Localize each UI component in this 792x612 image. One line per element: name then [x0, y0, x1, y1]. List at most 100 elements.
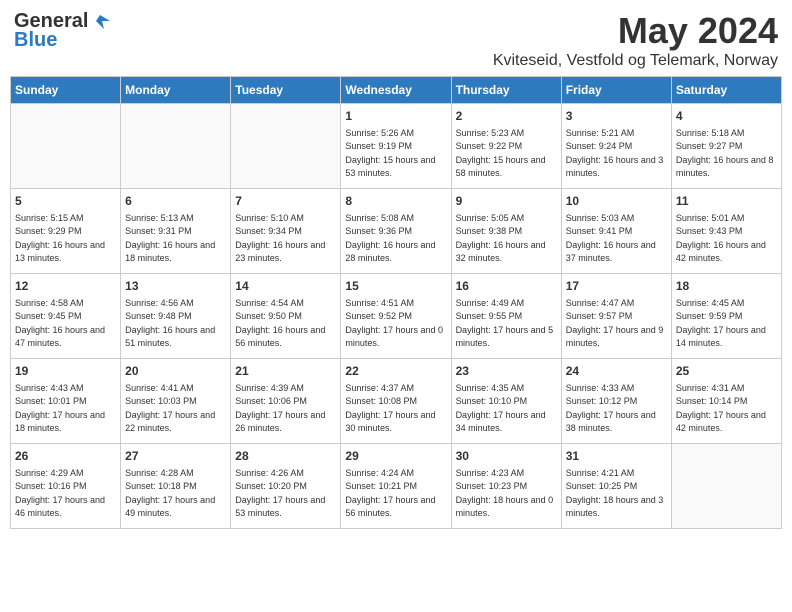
- day-number: 13: [125, 278, 226, 295]
- day-info: Sunrise: 4:21 AM Sunset: 10:25 PM Daylig…: [566, 467, 667, 521]
- day-number: 8: [345, 193, 446, 210]
- calendar-week-row: 26 Sunrise: 4:29 AM Sunset: 10:16 PM Dayl…: [11, 444, 782, 529]
- day-info: Sunrise: 4:56 AM Sunset: 9:48 PM Dayligh…: [125, 297, 226, 351]
- month-year-title: May 2024: [493, 10, 778, 52]
- calendar-cell: 20 Sunrise: 4:41 AM Sunset: 10:03 PM Dayl…: [121, 359, 231, 444]
- day-info: Sunrise: 4:45 AM Sunset: 9:59 PM Dayligh…: [676, 297, 777, 351]
- day-info: Sunrise: 4:47 AM Sunset: 9:57 PM Dayligh…: [566, 297, 667, 351]
- day-number: 29: [345, 448, 446, 465]
- calendar-cell: [231, 104, 341, 189]
- calendar-week-row: 5Sunrise: 5:15 AM Sunset: 9:29 PM Daylig…: [11, 189, 782, 274]
- day-number: 1: [345, 108, 446, 125]
- calendar-table: SundayMondayTuesdayWednesdayThursdayFrid…: [10, 76, 782, 529]
- day-info: Sunrise: 5:26 AM Sunset: 9:19 PM Dayligh…: [345, 127, 446, 181]
- day-info: Sunrise: 4:39 AM Sunset: 10:06 PM Daylig…: [235, 382, 336, 436]
- calendar-cell: 9 Sunrise: 5:05 AM Sunset: 9:38 PM Daylig…: [451, 189, 561, 274]
- day-number: 20: [125, 363, 226, 380]
- calendar-header-row: SundayMondayTuesdayWednesdayThursdayFrid…: [11, 77, 782, 104]
- calendar-cell: 19 Sunrise: 4:43 AM Sunset: 10:01 PM Dayl…: [11, 359, 121, 444]
- day-number: 10: [566, 193, 667, 210]
- calendar-cell: 21 Sunrise: 4:39 AM Sunset: 10:06 PM Dayl…: [231, 359, 341, 444]
- day-info: Sunrise: 4:28 AM Sunset: 10:18 PM Daylig…: [125, 467, 226, 521]
- day-number: 25: [676, 363, 777, 380]
- calendar-cell: 23Sunrise: 4:35 AM Sunset: 10:10 PM Dayl…: [451, 359, 561, 444]
- page-header: General Blue May 2024 Kviteseid, Vestfol…: [10, 10, 782, 70]
- calendar-cell: 14Sunrise: 4:54 AM Sunset: 9:50 PM Dayli…: [231, 274, 341, 359]
- weekday-header-monday: Monday: [121, 77, 231, 104]
- day-info: Sunrise: 4:49 AM Sunset: 9:55 PM Dayligh…: [456, 297, 557, 351]
- calendar-cell: 15 Sunrise: 4:51 AM Sunset: 9:52 PM Dayli…: [341, 274, 451, 359]
- day-info: Sunrise: 5:03 AM Sunset: 9:41 PM Dayligh…: [566, 212, 667, 266]
- calendar-week-row: 12 Sunrise: 4:58 AM Sunset: 9:45 PM Dayli…: [11, 274, 782, 359]
- calendar-cell: 2Sunrise: 5:23 AM Sunset: 9:22 PM Daylig…: [451, 104, 561, 189]
- calendar-week-row: 19 Sunrise: 4:43 AM Sunset: 10:01 PM Dayl…: [11, 359, 782, 444]
- title-section: May 2024 Kviteseid, Vestfold og Telemark…: [493, 10, 778, 70]
- calendar-cell: 5Sunrise: 5:15 AM Sunset: 9:29 PM Daylig…: [11, 189, 121, 274]
- day-number: 16: [456, 278, 557, 295]
- weekday-header-wednesday: Wednesday: [341, 77, 451, 104]
- location-subtitle: Kviteseid, Vestfold og Telemark, Norway: [493, 52, 778, 70]
- calendar-cell: 10 Sunrise: 5:03 AM Sunset: 9:41 PM Dayli…: [561, 189, 671, 274]
- day-info: Sunrise: 4:29 AM Sunset: 10:16 PM Daylig…: [15, 467, 116, 521]
- day-number: 9: [456, 193, 557, 210]
- day-number: 3: [566, 108, 667, 125]
- calendar-cell: 29 Sunrise: 4:24 AM Sunset: 10:21 PM Dayl…: [341, 444, 451, 529]
- calendar-cell: 28 Sunrise: 4:26 AM Sunset: 10:20 PM Dayl…: [231, 444, 341, 529]
- weekday-header-tuesday: Tuesday: [231, 77, 341, 104]
- weekday-header-friday: Friday: [561, 77, 671, 104]
- day-number: 2: [456, 108, 557, 125]
- calendar-cell: [121, 104, 231, 189]
- logo: General Blue: [14, 10, 112, 52]
- day-number: 7: [235, 193, 336, 210]
- day-info: Sunrise: 5:05 AM Sunset: 9:38 PM Dayligh…: [456, 212, 557, 266]
- calendar-cell: 13 Sunrise: 4:56 AM Sunset: 9:48 PM Dayli…: [121, 274, 231, 359]
- day-number: 19: [15, 363, 116, 380]
- day-info: Sunrise: 4:51 AM Sunset: 9:52 PM Dayligh…: [345, 297, 446, 351]
- day-info: Sunrise: 5:01 AM Sunset: 9:43 PM Dayligh…: [676, 212, 777, 266]
- day-number: 17: [566, 278, 667, 295]
- day-number: 6: [125, 193, 226, 210]
- day-number: 28: [235, 448, 336, 465]
- day-info: Sunrise: 4:31 AM Sunset: 10:14 PM Daylig…: [676, 382, 777, 436]
- weekday-header-saturday: Saturday: [671, 77, 781, 104]
- calendar-cell: 4Sunrise: 5:18 AM Sunset: 9:27 PM Daylig…: [671, 104, 781, 189]
- day-number: 30: [456, 448, 557, 465]
- day-number: 11: [676, 193, 777, 210]
- weekday-header-thursday: Thursday: [451, 77, 561, 104]
- day-number: 27: [125, 448, 226, 465]
- calendar-cell: 12 Sunrise: 4:58 AM Sunset: 9:45 PM Dayli…: [11, 274, 121, 359]
- day-info: Sunrise: 4:23 AM Sunset: 10:23 PM Daylig…: [456, 467, 557, 521]
- day-number: 24: [566, 363, 667, 380]
- day-info: Sunrise: 4:24 AM Sunset: 10:21 PM Daylig…: [345, 467, 446, 521]
- calendar-cell: 18 Sunrise: 4:45 AM Sunset: 9:59 PM Dayli…: [671, 274, 781, 359]
- calendar-cell: 7Sunrise: 5:10 AM Sunset: 9:34 PM Daylig…: [231, 189, 341, 274]
- day-number: 26: [15, 448, 116, 465]
- calendar-cell: 3Sunrise: 5:21 AM Sunset: 9:24 PM Daylig…: [561, 104, 671, 189]
- day-number: 21: [235, 363, 336, 380]
- logo-bird-icon: [90, 11, 112, 33]
- day-number: 5: [15, 193, 116, 210]
- day-number: 14: [235, 278, 336, 295]
- day-info: Sunrise: 5:13 AM Sunset: 9:31 PM Dayligh…: [125, 212, 226, 266]
- day-number: 12: [15, 278, 116, 295]
- day-info: Sunrise: 4:43 AM Sunset: 10:01 PM Daylig…: [15, 382, 116, 436]
- calendar-cell: 25 Sunrise: 4:31 AM Sunset: 10:14 PM Dayl…: [671, 359, 781, 444]
- day-info: Sunrise: 5:08 AM Sunset: 9:36 PM Dayligh…: [345, 212, 446, 266]
- calendar-cell: 22 Sunrise: 4:37 AM Sunset: 10:08 PM Dayl…: [341, 359, 451, 444]
- day-number: 4: [676, 108, 777, 125]
- calendar-cell: 31Sunrise: 4:21 AM Sunset: 10:25 PM Dayl…: [561, 444, 671, 529]
- calendar-cell: 17 Sunrise: 4:47 AM Sunset: 9:57 PM Dayli…: [561, 274, 671, 359]
- day-number: 15: [345, 278, 446, 295]
- day-info: Sunrise: 4:37 AM Sunset: 10:08 PM Daylig…: [345, 382, 446, 436]
- day-info: Sunrise: 4:26 AM Sunset: 10:20 PM Daylig…: [235, 467, 336, 521]
- day-number: 22: [345, 363, 446, 380]
- calendar-cell: 30 Sunrise: 4:23 AM Sunset: 10:23 PM Dayl…: [451, 444, 561, 529]
- day-number: 18: [676, 278, 777, 295]
- calendar-week-row: 1 Sunrise: 5:26 AM Sunset: 9:19 PM Daylig…: [11, 104, 782, 189]
- calendar-cell: [671, 444, 781, 529]
- calendar-cell: 6 Sunrise: 5:13 AM Sunset: 9:31 PM Daylig…: [121, 189, 231, 274]
- day-info: Sunrise: 4:41 AM Sunset: 10:03 PM Daylig…: [125, 382, 226, 436]
- day-info: Sunrise: 4:58 AM Sunset: 9:45 PM Dayligh…: [15, 297, 116, 351]
- day-number: 23: [456, 363, 557, 380]
- calendar-cell: 27 Sunrise: 4:28 AM Sunset: 10:18 PM Dayl…: [121, 444, 231, 529]
